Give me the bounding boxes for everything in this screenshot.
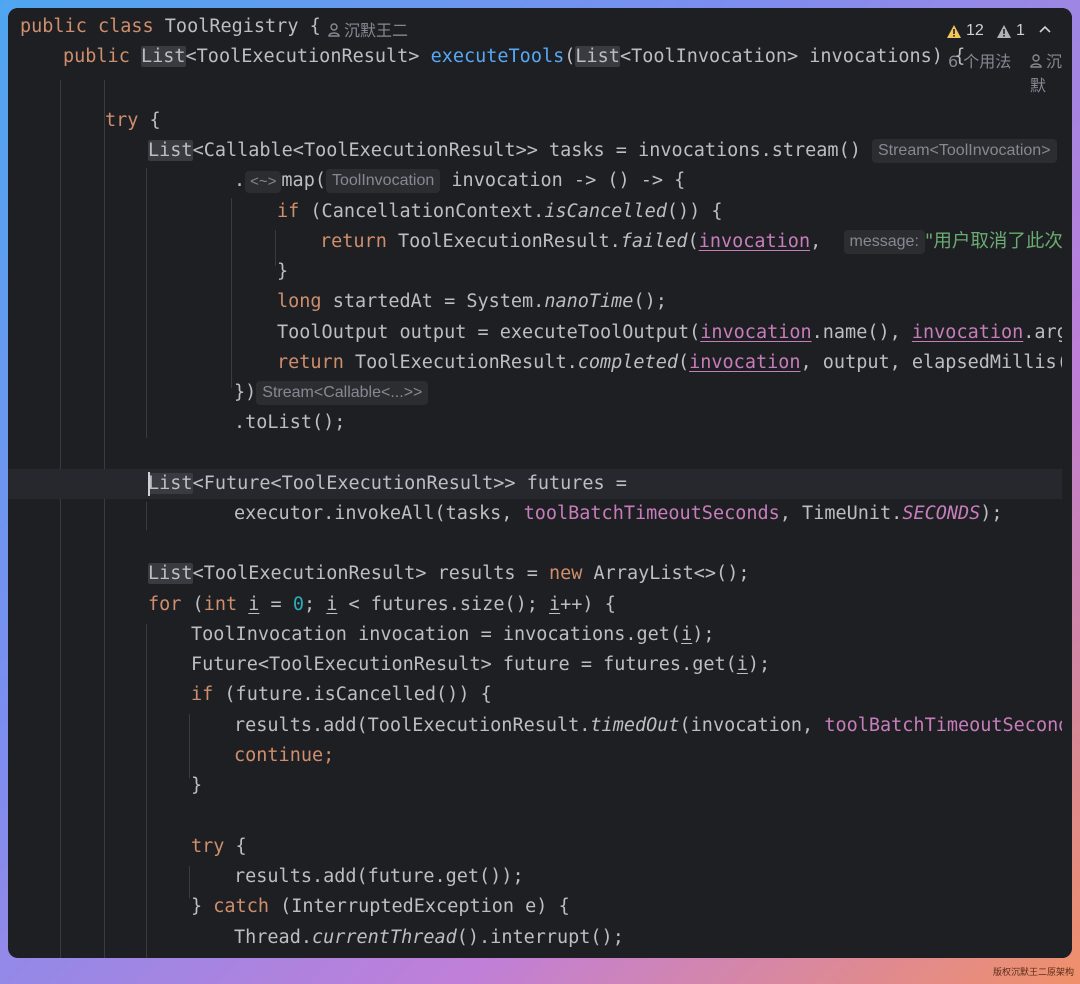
code-line-started-at[interactable]: long startedAt = System.nanoTime();: [8, 287, 667, 317]
code-line-invoke-all[interactable]: executor.invokeAll(tasks, toolBatchTimeo…: [8, 499, 1003, 529]
indent-guide: [146, 168, 147, 438]
chevron-up-icon[interactable]: [1038, 23, 1052, 37]
code-line-tasks[interactable]: List<Callable<ToolExecutionResult>> task…: [8, 136, 1057, 166]
person-icon: [1030, 54, 1042, 68]
code-editor[interactable]: public class ToolRegistry { 沉默王二 12 1 pu…: [8, 8, 1072, 958]
usages-hint[interactable]: 6 个用法: [948, 48, 1011, 72]
code-line-return-completed[interactable]: return ToolExecutionResult.completed(inv…: [8, 348, 1072, 378]
code-line-if-future-cancelled[interactable]: if (future.isCancelled()) {: [8, 680, 492, 710]
code-line-close-map[interactable]: }) Stream<Callable<...>>: [8, 378, 429, 408]
param-type-hint: ToolInvocation: [325, 169, 441, 193]
code-line-for[interactable]: for (int i = 0; i < futures.size(); i++)…: [8, 590, 616, 620]
code-line-continue[interactable]: continue;: [8, 741, 334, 771]
code-line-try2[interactable]: try {: [8, 832, 247, 862]
author-hint[interactable]: 沉默王二: [328, 17, 408, 41]
weak-warning-icon: [997, 24, 1011, 38]
indent-guide: [275, 230, 276, 266]
code-line-invocation[interactable]: ToolInvocation invocation = invocations.…: [8, 620, 715, 650]
indent-guide: [189, 714, 190, 778]
weak-warnings-badge[interactable]: 1: [996, 22, 1025, 40]
indent-guide: [231, 198, 232, 388]
code-line-futures[interactable]: List<Future<ToolExecutionResult>> future…: [8, 469, 627, 499]
code-line-close-if[interactable]: }: [8, 257, 288, 287]
warning-icon: [947, 24, 961, 38]
param-name-hint: message:: [843, 230, 925, 254]
code-line-tolist[interactable]: .toList();: [8, 408, 345, 438]
code-line-catch[interactable]: } catch (InterruptedException e) {: [8, 892, 570, 922]
code-line-output[interactable]: ToolOutput output = executeToolOutput(in…: [8, 318, 1072, 348]
warnings-badge[interactable]: 12: [946, 22, 984, 40]
code-line-timed-out[interactable]: results.add(ToolExecutionResult.timedOut…: [8, 711, 1072, 741]
type-hint: Stream<Callable<...>>: [256, 381, 429, 405]
code-line-return-failed[interactable]: return ToolExecutionResult.failed(invoca…: [8, 227, 1072, 257]
indent-guide: [104, 80, 105, 958]
code-line-map[interactable]: . <~> map(ToolInvocation invocation -> () …: [8, 166, 685, 196]
vertical-scrollbar[interactable]: [1062, 68, 1072, 958]
indent-guide: [60, 80, 61, 958]
type-hint: Stream<ToolInvocation>: [871, 139, 1057, 163]
sticky-line-method[interactable]: public List<ToolExecutionResult> execute…: [8, 42, 965, 72]
code-line-close-if2[interactable]: }: [8, 771, 202, 801]
sticky-line-class[interactable]: public class ToolRegistry {: [8, 12, 321, 42]
person-icon: [328, 23, 340, 37]
author-hint-method[interactable]: 沉默: [1030, 48, 1072, 96]
code-line-interrupt[interactable]: Thread.currentThread().interrupt();: [8, 923, 624, 953]
code-line-results-add[interactable]: results.add(future.get());: [8, 862, 524, 892]
type-hint: <~>: [245, 171, 282, 193]
indent-guide: [146, 624, 147, 958]
indent-guide: [189, 866, 190, 898]
code-line-results[interactable]: List<ToolExecutionResult> results = new …: [8, 559, 749, 589]
code-line-future[interactable]: Future<ToolExecutionResult> future = fut…: [8, 650, 770, 680]
sticky-scroll-header: public class ToolRegistry { 沉默王二 12 1 pu…: [8, 8, 1072, 95]
code-line-if-cancelled[interactable]: if (CancellationContext.isCancelled()) {: [8, 197, 723, 227]
watermark: 版权沉默王二原架构: [992, 968, 1074, 978]
indent-guide: [146, 502, 147, 530]
text-caret: [148, 472, 150, 496]
